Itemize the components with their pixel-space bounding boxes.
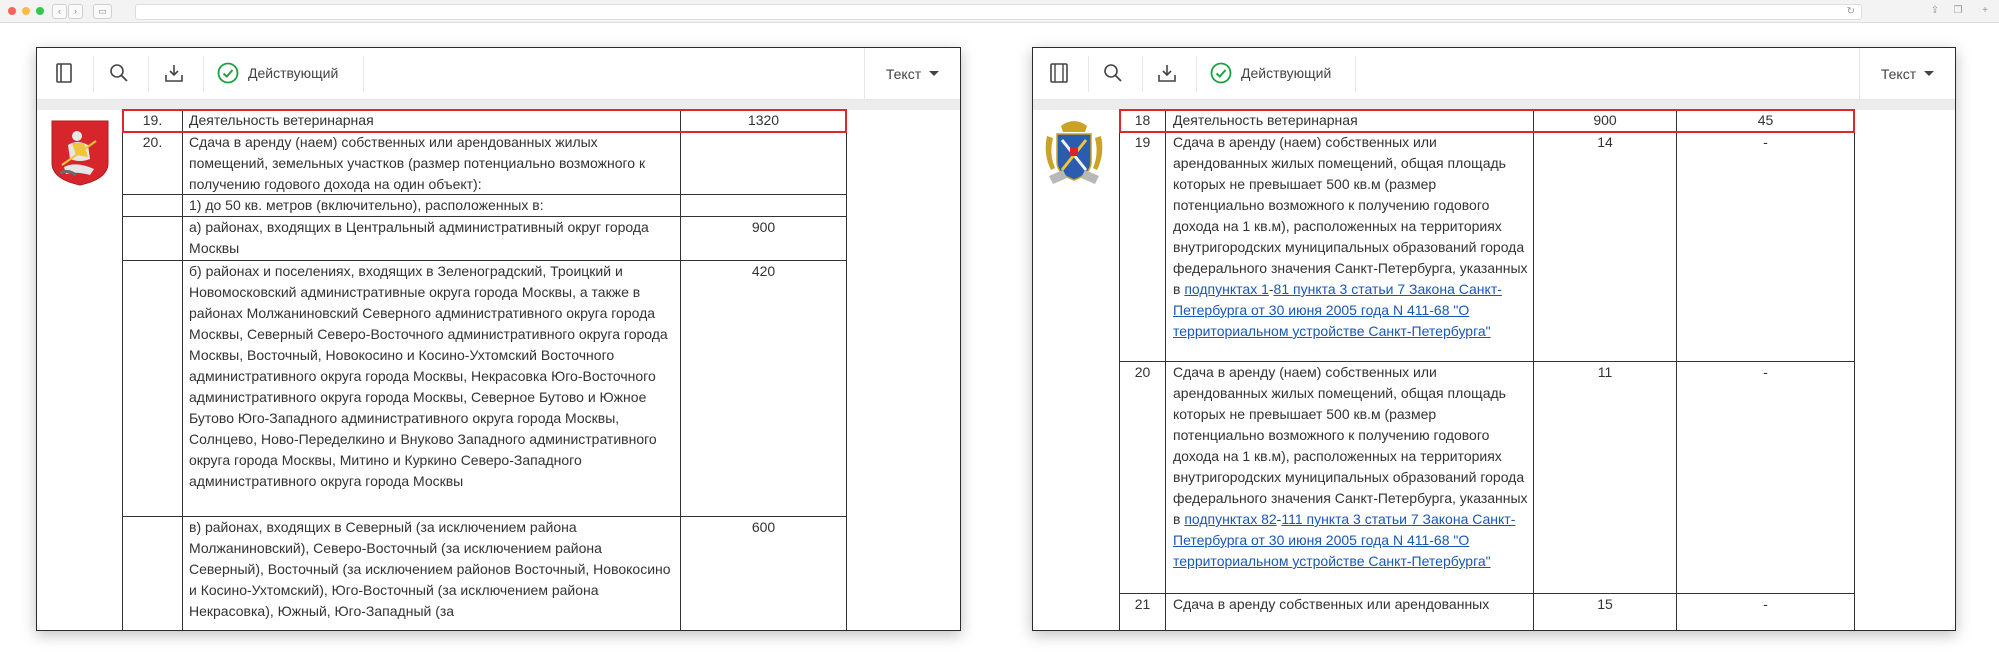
search-icon[interactable] — [106, 60, 132, 86]
spb-document-panel: Действующий Текст 18 Деятельность ветери… — [1032, 47, 1956, 631]
moscow-coat-of-arms-icon — [51, 120, 109, 186]
browser-chrome: ‹ › ▭ ↻ ⇪ ❐ + — [0, 0, 1999, 23]
document-view-dropdown[interactable]: Текст — [864, 48, 960, 99]
forward-icon[interactable]: › — [68, 4, 83, 19]
row-number: 20. — [142, 134, 163, 150]
document-toolbar: Действующий Текст — [37, 48, 960, 100]
saint-petersburg-coat-of-arms-icon — [1045, 121, 1103, 184]
download-icon[interactable] — [1154, 60, 1180, 86]
reload-icon[interactable]: ↻ — [1847, 5, 1855, 19]
row-value: - — [1763, 364, 1768, 380]
film-icon[interactable] — [1046, 60, 1072, 86]
highlight-veterinary-row — [122, 109, 847, 133]
row-value: - — [1763, 596, 1768, 612]
moscow-document-panel: Действующий Текст 19. Деятельность ветер… — [36, 47, 961, 631]
share-icon[interactable]: ⇪ — [1928, 4, 1942, 17]
document-content: 19. Деятельность ветеринарная 1320 20. С… — [37, 109, 960, 630]
check-circle-icon — [217, 62, 239, 84]
law-link[interactable]: подпунктах 82 — [1184, 511, 1276, 527]
description-text: Сдача в аренду (наем) собственных или ар… — [1173, 134, 1528, 297]
row-value: 11 — [1597, 364, 1613, 380]
search-icon[interactable] — [1100, 60, 1126, 86]
back-icon[interactable]: ‹ — [52, 4, 67, 19]
document-status: Действующий — [217, 60, 338, 86]
row-number: 19 — [1134, 134, 1151, 150]
minimize-window-button[interactable] — [22, 7, 30, 15]
document-view-label: Текст — [1880, 65, 1917, 82]
row-value: - — [1763, 134, 1768, 150]
row-description: 1) до 50 кв. метров (включительно), расп… — [189, 197, 544, 213]
close-window-button[interactable] — [8, 7, 16, 15]
row-description: Сдача в аренду (наем) собственных или ар… — [189, 134, 646, 192]
row-value: 420 — [751, 263, 776, 279]
description-text: Сдача в аренду (наем) собственных или ар… — [1173, 364, 1528, 527]
row-description: Сдача в аренду (наем) собственных или ар… — [1173, 362, 1531, 572]
book-icon[interactable] — [51, 60, 77, 86]
document-view-dropdown[interactable]: Текст — [1859, 48, 1955, 99]
new-tab-icon[interactable]: + — [1978, 4, 1992, 17]
row-description: б) районах и поселениях, входящих в Зеле… — [189, 263, 668, 489]
row-description: Сдача в аренду собственных или арендован… — [1173, 596, 1490, 612]
row-description: а) районах, входящих в Центральный админ… — [189, 219, 649, 256]
tabs-icon[interactable]: ❐ — [1951, 4, 1965, 17]
row-value: 600 — [751, 519, 776, 535]
maximize-window-button[interactable] — [36, 7, 44, 15]
row-value: 14 — [1597, 134, 1613, 150]
chevron-down-icon — [1924, 71, 1935, 76]
row-value: 900 — [751, 219, 776, 235]
row-number: 20 — [1134, 364, 1151, 380]
document-toolbar: Действующий Текст — [1033, 48, 1955, 100]
document-view-label: Текст — [885, 65, 922, 82]
row-description: в) районах, входящих в Северный (за искл… — [189, 519, 671, 619]
address-bar[interactable]: ↻ — [135, 4, 1862, 20]
document-status: Действующий — [1210, 60, 1331, 86]
highlight-veterinary-row — [1119, 109, 1855, 133]
row-number: 21 — [1134, 596, 1151, 612]
document-content: 18 Деятельность ветеринарная 900 45 19 С… — [1033, 109, 1955, 630]
sidebar-toggle-icon[interactable]: ▭ — [93, 4, 112, 19]
row-value: 15 — [1597, 596, 1613, 612]
download-icon[interactable] — [161, 60, 187, 86]
status-label: Действующий — [1241, 65, 1332, 81]
law-link[interactable]: подпунктах 1 — [1184, 281, 1269, 297]
row-description: Сдача в аренду (наем) собственных или ар… — [1173, 132, 1531, 342]
check-circle-icon — [1210, 62, 1232, 84]
chevron-down-icon — [929, 71, 940, 76]
status-label: Действующий — [248, 65, 339, 81]
